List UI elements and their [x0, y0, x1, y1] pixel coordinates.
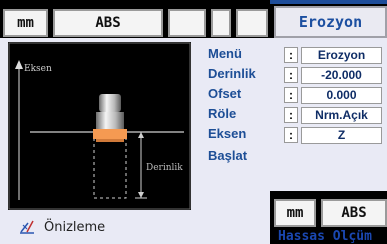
preview-drawing: Eksen Derinlik	[8, 42, 191, 210]
axis-label: Eksen	[24, 64, 52, 74]
axis-value-field[interactable]: Z	[301, 127, 382, 144]
param-label-axis: Eksen	[208, 126, 247, 141]
top-bar: mm ABS Erozyon	[0, 0, 387, 38]
param-label-menu: Menü	[208, 46, 242, 61]
colon-marker: :	[284, 87, 298, 103]
mini-footer-title: Hassas Ölçüm	[278, 229, 372, 244]
depth-label: Derinlik	[146, 163, 183, 173]
param-label-offset: Ofset	[208, 86, 242, 101]
electrode-holder	[99, 94, 121, 112]
electrode-body	[96, 112, 124, 129]
unit-tab[interactable]: mm	[3, 9, 48, 37]
axis-arrow-icon	[15, 60, 23, 69]
colon-marker: :	[284, 107, 298, 123]
param-label-depth: Derinlik	[208, 66, 256, 81]
screen-title: Erozyon	[274, 6, 387, 38]
title-strip	[270, 0, 387, 4]
unit-tab-label: mm	[17, 15, 34, 31]
empty-tab-3[interactable]	[236, 9, 268, 37]
mini-unit-tab[interactable]: mm	[274, 199, 316, 227]
colon-marker: :	[284, 67, 298, 83]
mode-tab[interactable]: ABS	[53, 9, 163, 37]
screen-title-text: Erozyon	[298, 13, 363, 31]
param-label-relay: Röle	[208, 106, 237, 121]
menu-value-field[interactable]: Erozyon	[301, 47, 382, 64]
depth-arrow-top-icon	[138, 132, 144, 138]
depth-value-field[interactable]: -20.000	[301, 67, 382, 84]
depth-arrow-bottom-icon	[138, 192, 144, 198]
colon-marker: :	[284, 47, 298, 63]
mode-tab-label: ABS	[95, 15, 121, 31]
mini-mode-tab[interactable]: ABS	[321, 199, 387, 227]
start-button[interactable]: Başlat	[208, 148, 247, 163]
preview-canvas: Eksen Derinlik	[8, 42, 191, 210]
mini-status-bar: mm ABS Hassas Ölçüm	[270, 191, 387, 244]
electrode-tip	[96, 139, 124, 142]
empty-tab-1[interactable]	[168, 9, 206, 37]
relay-value-field[interactable]: Nrm.Açık	[301, 107, 382, 124]
electrode-spark-band	[93, 129, 127, 139]
screen: mm ABS Erozyon Eksen Derinlik Önizleme M…	[0, 0, 387, 244]
colon-marker: :	[284, 127, 298, 143]
preview-toggle[interactable]: Önizleme	[18, 216, 105, 238]
preview-icon	[20, 220, 34, 234]
offset-value-field[interactable]: 0.000	[301, 87, 382, 104]
empty-tab-2[interactable]	[211, 9, 231, 37]
preview-caption: Önizleme	[44, 219, 106, 235]
